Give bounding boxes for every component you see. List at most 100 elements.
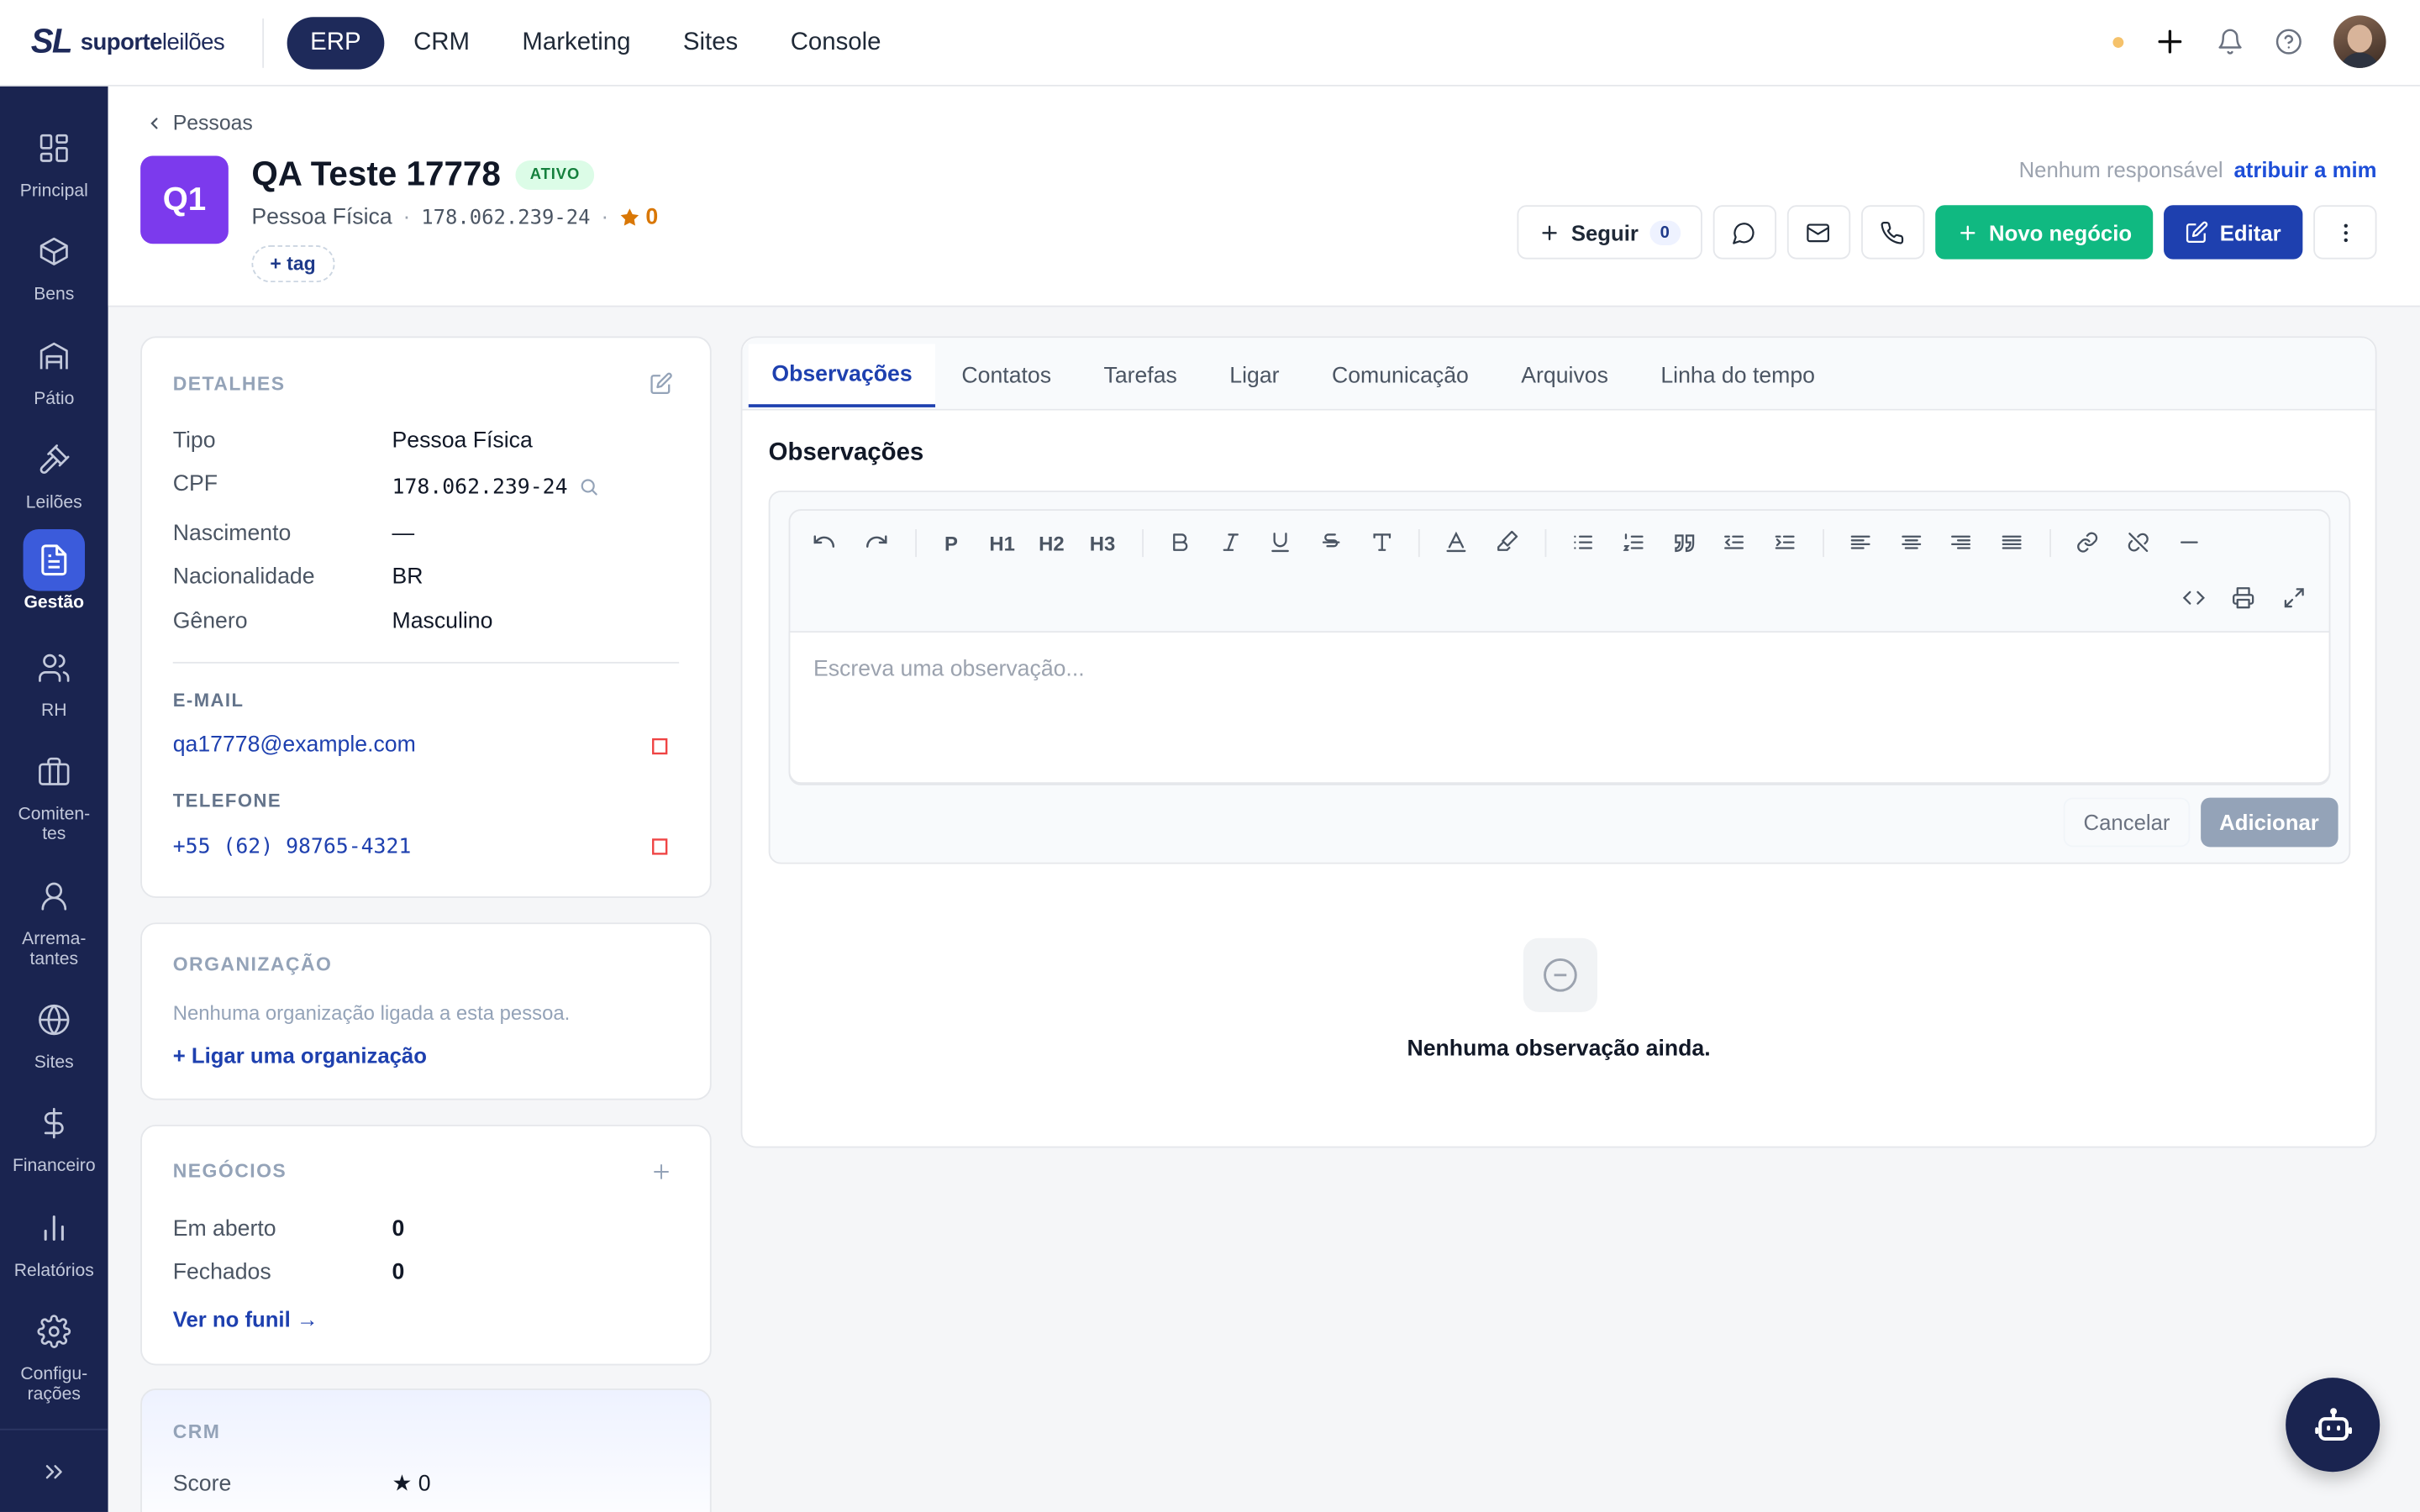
italic-icon[interactable] [1219,531,1243,554]
comment-button[interactable] [1712,205,1776,260]
call-button[interactable] [1860,205,1924,260]
link-organization-link[interactable]: + Ligar uma organização [173,1043,427,1068]
paragraph-button[interactable]: P [944,533,958,556]
cancel-button[interactable]: Cancelar [2063,797,2191,848]
sidebar-label: RH [41,701,67,721]
heading1-button[interactable]: H1 [989,533,1015,556]
sidebar-label: Comiten- tes [18,805,91,844]
sidebar-item-gestao[interactable]: Gestão [0,528,108,614]
assistant-button[interactable] [2286,1378,2381,1473]
tab-ligar[interactable]: Ligar [1203,344,1306,407]
add-deal-icon[interactable] [651,1162,671,1182]
tab-contatos[interactable]: Contatos [935,344,1077,407]
underline-icon[interactable] [1269,531,1292,554]
ordered-list-icon[interactable] [1622,531,1645,554]
sidebar-item-rh[interactable]: RH [0,638,108,722]
bullet-list-icon[interactable] [1571,531,1595,554]
strikethrough-icon[interactable] [1319,531,1343,554]
sidebar-item-financeiro[interactable]: Financeiro [0,1092,108,1177]
email-button[interactable] [1786,205,1850,260]
help-icon[interactable] [2275,28,2302,55]
horizontal-rule-icon[interactable] [2178,531,2202,554]
deals-closed-label: Fechados [172,1260,271,1285]
box-icon [24,221,85,282]
sidebar-item-patio[interactable]: Pátio [0,326,108,411]
outdent-icon[interactable] [1723,531,1746,554]
tab-linha-do-tempo[interactable]: Linha do tempo [1634,344,1841,407]
heading2-button[interactable]: H2 [1039,533,1065,556]
toolbar-divider [1418,528,1420,558]
assign-to-me-link[interactable]: atribuir a mim [2233,157,2376,181]
topnav-erp[interactable]: ERP [287,17,385,70]
breadcrumb[interactable]: Pessoas [145,111,253,134]
detail-label-nascimento: Nascimento [172,521,292,547]
detail-value-nascimento: — [392,521,415,547]
delete-phone-icon[interactable] [650,836,670,856]
link-icon[interactable] [2075,531,2099,554]
crm-score-value: ★ 0 [392,1472,431,1497]
sidebar-item-sites[interactable]: Sites [0,989,108,1074]
search-cpf-icon[interactable] [579,477,599,497]
align-left-icon[interactable] [1849,531,1872,554]
sidebar-item-relatorios[interactable]: Relatórios [0,1197,108,1282]
add-tag-button[interactable]: + tag [251,245,334,283]
align-right-icon[interactable] [1949,531,1973,554]
sidebar-item-leiloes[interactable]: Leilões [0,429,108,514]
more-button[interactable] [2313,205,2377,260]
expand-sidebar-icon[interactable] [40,1458,68,1486]
tab-arquivos[interactable]: Arquivos [1495,344,1634,407]
person-cpf: 178.062.239-24 [421,206,591,229]
sidebar-item-configuracoes[interactable]: Configu- rações [0,1300,108,1405]
edit-button[interactable]: Editar [2164,205,2303,260]
note-textarea[interactable]: Escreva uma observação... [788,631,2331,785]
empty-state-icon-box [1523,937,1597,1012]
deals-title: NEGÓCIOS [172,1160,287,1182]
delete-email-icon[interactable] [650,736,670,756]
clear-format-icon[interactable] [1370,531,1394,554]
text-color-icon[interactable] [1444,531,1468,554]
indent-icon[interactable] [1773,531,1797,554]
toolbar-divider [2049,528,2051,558]
document-icon [23,528,86,591]
highlight-icon[interactable] [1496,530,1519,554]
heading3-button[interactable]: H3 [1090,533,1116,556]
fullscreen-icon[interactable] [2282,586,2306,610]
unlink-icon[interactable] [2127,531,2150,554]
topnav-sites[interactable]: Sites [660,17,760,69]
tab-comunicacao[interactable]: Comunicação [1306,344,1495,407]
code-view-icon[interactable] [2182,586,2206,610]
sidebar-item-bens[interactable]: Bens [0,221,108,306]
sidebar-item-principal[interactable]: Principal [0,118,108,202]
tab-observacoes[interactable]: Observações [748,344,936,407]
empty-state-text: Nenhuma observação ainda. [1407,1037,1711,1062]
topnav-crm[interactable]: CRM [391,17,493,69]
bold-icon[interactable] [1168,531,1192,554]
follow-button[interactable]: Seguir 0 [1517,205,1702,260]
align-center-icon[interactable] [1900,531,1923,554]
view-funnel-link[interactable]: Ver no funil → [173,1307,318,1331]
star-icon [621,208,639,226]
add-note-button[interactable]: Adicionar [2201,797,2338,848]
sidebar-item-arrematantes[interactable]: Arrema- tantes [0,865,108,970]
new-deal-button[interactable]: Novo negócio [1934,205,2154,260]
edit-details-icon[interactable] [650,372,673,396]
crm-title: CRM [172,1420,221,1443]
align-justify-icon[interactable] [2000,531,2023,554]
note-editor: P H1 H2 H3 Escreva uma observação... Can… [768,491,2351,864]
redo-icon[interactable] [865,529,889,554]
topnav-console[interactable]: Console [767,17,904,69]
email-link[interactable]: qa17778@example.com [173,732,416,757]
user-avatar[interactable] [2333,15,2386,68]
sidebar-label: Leilões [25,493,82,512]
quote-icon[interactable] [1673,531,1697,554]
undo-icon[interactable] [812,529,836,554]
print-icon[interactable] [2232,586,2255,610]
phone-link[interactable]: +55 (62) 98765-4321 [173,835,412,859]
tab-tarefas[interactable]: Tarefas [1077,344,1203,407]
bell-icon[interactable] [2217,28,2244,55]
brand-logo[interactable]: SL suporteleilões [31,22,225,62]
plus-icon[interactable] [2154,26,2186,57]
robot-icon [2314,1407,2352,1441]
topnav-marketing[interactable]: Marketing [499,17,654,69]
sidebar-item-comitentes[interactable]: Comiten- tes [0,741,108,846]
